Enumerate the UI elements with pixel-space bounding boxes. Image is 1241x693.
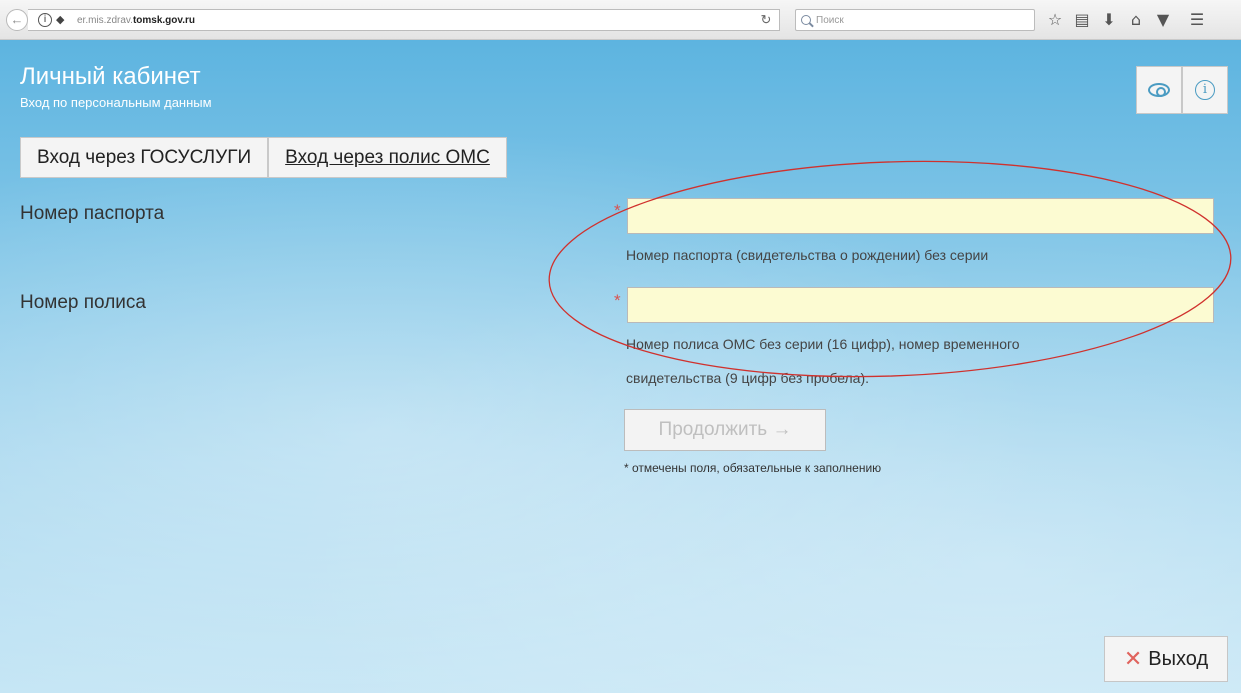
home-icon[interactable]: ⌂ [1125,9,1147,31]
login-page: Личный кабинет Вход по персональным данн… [0,40,1241,693]
bookmark-star-icon[interactable]: ☆ [1044,9,1066,31]
back-arrow-icon[interactable]: ← [6,9,28,31]
address-bar[interactable]: i ◆ er.mis.zdrav.tomsk.gov.ru ↻ [28,9,780,31]
exit-button[interactable]: ✕ Выход [1104,636,1228,682]
menu-icon[interactable]: ☰ [1186,9,1208,31]
search-placeholder: Поиск [816,15,844,26]
site-identity-icon[interactable]: ◆ [56,14,68,27]
pocket-icon[interactable]: ▼ [1152,9,1174,31]
url-prefix: er.mis.zdrav. [77,15,133,26]
info-icon[interactable]: i [38,13,52,27]
exit-label: Выход [1148,647,1209,670]
search-box[interactable]: Поиск [795,9,1035,31]
close-icon: ✕ [1123,646,1143,672]
download-icon[interactable]: ⬇ [1098,9,1120,31]
url-host: tomsk.gov.ru [132,15,195,26]
browser-toolbar: ← i ◆ er.mis.zdrav.tomsk.gov.ru ↻ Поиск … [0,0,1241,40]
url-text[interactable]: er.mis.zdrav.tomsk.gov.ru [77,15,195,26]
reading-list-icon[interactable]: ▤ [1071,9,1093,31]
annotation-ellipse [548,160,1232,378]
search-icon [801,15,811,25]
reload-icon[interactable]: ↻ [757,12,775,28]
